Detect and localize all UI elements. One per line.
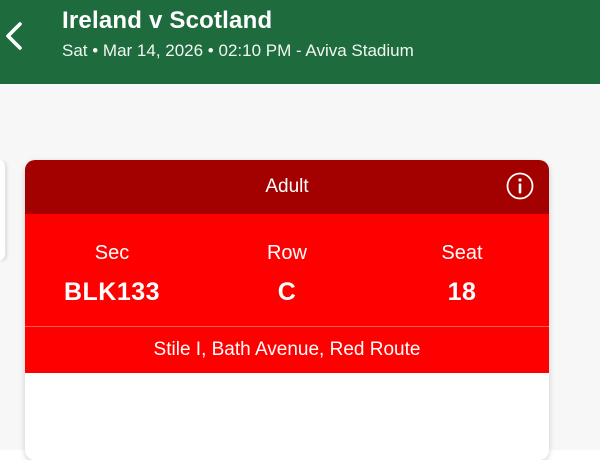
info-button[interactable] bbox=[505, 171, 535, 201]
seat-label: Seat bbox=[441, 242, 483, 264]
seat-info: Sec BLK133 Row C Seat 18 bbox=[25, 214, 549, 326]
seat-number-info: Seat 18 bbox=[397, 214, 527, 326]
back-button[interactable] bbox=[0, 14, 34, 58]
app-header: Ireland v Scotland Sat • Mar 14, 2026 • … bbox=[0, 0, 600, 84]
ticket-card[interactable]: Adult Sec BLK133 Row C Seat 18 Stile I, … bbox=[25, 160, 549, 460]
previous-ticket-card-edge[interactable] bbox=[0, 160, 6, 260]
info-icon bbox=[506, 172, 534, 200]
seat-value: 18 bbox=[447, 278, 477, 306]
entrance-info: Stile I, Bath Avenue, Red Route bbox=[25, 326, 549, 373]
entrance-text: Stile I, Bath Avenue, Red Route bbox=[153, 339, 421, 360]
section-label: Sec bbox=[94, 242, 130, 264]
row-label: Row bbox=[266, 242, 307, 264]
ticket-type-label: Adult bbox=[265, 176, 309, 197]
section-value: BLK133 bbox=[63, 278, 161, 306]
row-value: C bbox=[277, 278, 297, 306]
row-info: Row C bbox=[222, 214, 352, 326]
ticket-body bbox=[25, 373, 549, 460]
event-title: Ireland v Scotland bbox=[62, 7, 273, 34]
ticket-type-header: Adult bbox=[25, 160, 549, 214]
chevron-left-icon bbox=[6, 22, 22, 50]
section-info: Sec BLK133 bbox=[47, 214, 177, 326]
event-details: Sat • Mar 14, 2026 • 02:10 PM - Aviva St… bbox=[62, 41, 414, 60]
